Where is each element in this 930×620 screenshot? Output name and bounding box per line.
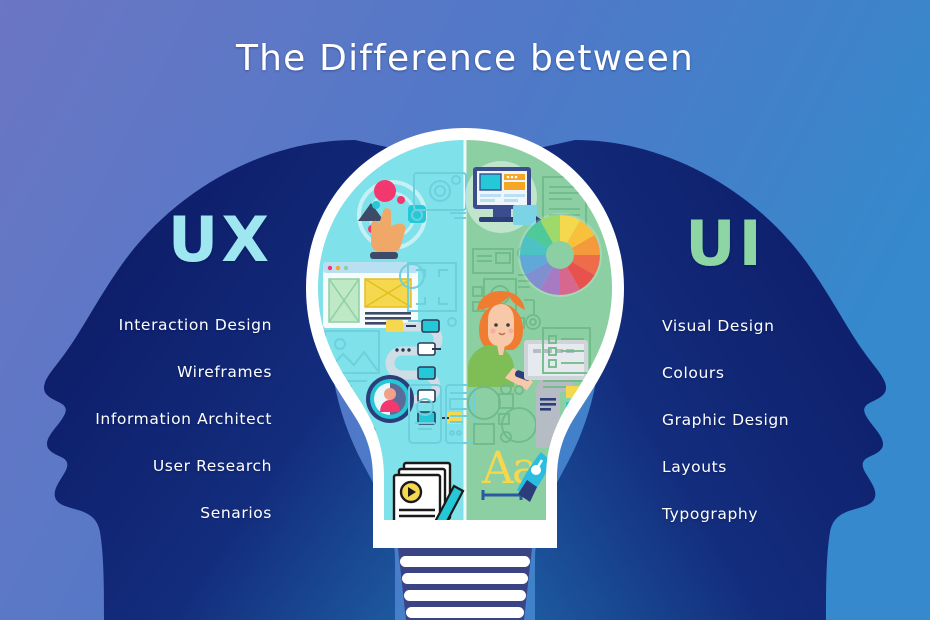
list-item: Senarios <box>200 504 272 522</box>
svg-text:A: A <box>481 443 515 494</box>
list-item: Typography <box>662 505 759 523</box>
ui-feature-list: Visual Design Colours Graphic Design Lay… <box>662 317 912 552</box>
list-item: Colours <box>662 364 725 382</box>
wireframe-browser-icon <box>323 262 418 328</box>
page-title: The Difference between <box>235 38 695 79</box>
ui-heading: UI <box>685 207 765 280</box>
list-item: User Research <box>152 457 272 475</box>
infographic-canvas: A a The Difference between UX UI Interac… <box>0 0 930 620</box>
list-item: Graphic Design <box>662 411 790 429</box>
ux-feature-list: Interaction Design Wireframes Informatio… <box>40 316 272 551</box>
list-item: Layouts <box>662 458 727 476</box>
lightbulb-base <box>398 548 532 620</box>
list-item: Visual Design <box>662 317 775 335</box>
list-item: Wireframes <box>177 363 272 381</box>
list-item: Information Architect <box>95 410 272 428</box>
list-item: Interaction Design <box>118 316 272 334</box>
ux-heading: UX <box>167 203 273 276</box>
